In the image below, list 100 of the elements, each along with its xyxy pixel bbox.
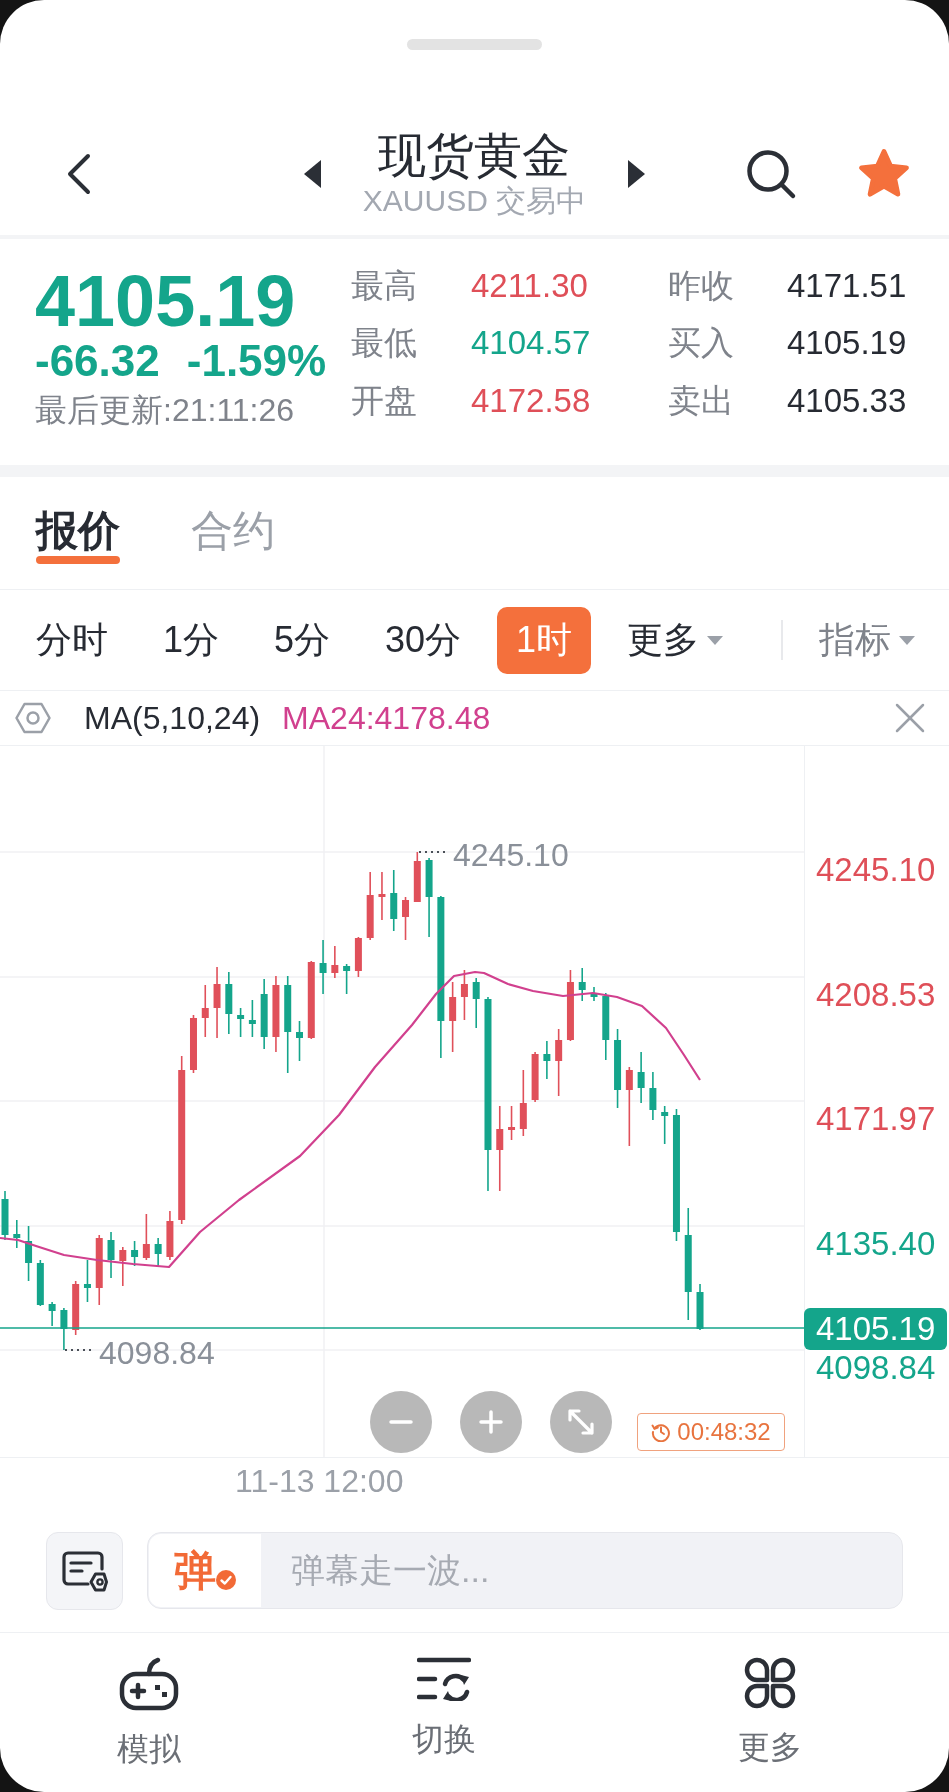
symbol-status: XAUUSD 交易中 (362, 183, 587, 219)
tab[interactable]: 报价 (36, 507, 120, 564)
axis-label: 4208.53 (816, 976, 936, 1013)
rising-candle (402, 896, 409, 941)
expand-arrows-icon (567, 1408, 595, 1436)
stat-label: 卖出 (668, 380, 734, 421)
stat-value: 4171.51 (787, 265, 907, 306)
falling-candle (696, 1283, 704, 1331)
rising-candle (119, 1246, 127, 1287)
gamepad-icon (119, 1657, 179, 1711)
falling-candle (602, 992, 610, 1061)
rising-candle (72, 1280, 80, 1336)
rising-candle (531, 1051, 539, 1103)
falling-candle (83, 1259, 91, 1303)
close-icon[interactable] (895, 703, 925, 733)
stat-value: 4105.19 (787, 323, 907, 364)
period-tab[interactable]: 30分 (366, 606, 481, 674)
chevron-left-icon[interactable] (66, 152, 92, 196)
falling-candle (13, 1219, 21, 1249)
page-title: 现货黄金 (378, 129, 571, 183)
rising-candle (413, 851, 421, 903)
minus-icon (389, 1420, 413, 1424)
falling-candle (25, 1225, 33, 1282)
falling-candle (296, 1020, 303, 1062)
falling-candle (319, 939, 327, 995)
rising-candle (190, 1014, 197, 1074)
falling-candle (472, 977, 480, 1029)
falling-candle (590, 986, 598, 1002)
plus-icon (479, 1410, 503, 1434)
falling-candle (248, 999, 256, 1038)
period-tab[interactable]: 更多 (608, 606, 743, 674)
falling-candle (649, 1071, 657, 1121)
comment-input[interactable]: 弹 弹幕走一波... (147, 1532, 903, 1609)
stat-label: 开盘 (351, 380, 417, 421)
comment-settings-button[interactable] (46, 1532, 123, 1610)
four-petal-grid-icon (743, 1657, 796, 1709)
indicator-menu[interactable]: 指标 (800, 606, 934, 674)
falling-candle (131, 1240, 139, 1267)
period-tab[interactable]: 1分 (144, 606, 239, 674)
update-time: 最后更新:21:11:26 (35, 392, 295, 428)
stat-value: 4104.57 (471, 323, 591, 364)
falling-candle (637, 1051, 645, 1104)
bottom-nav-item[interactable]: 更多 (737, 1657, 802, 1769)
rising-candle (519, 1069, 527, 1137)
price-change: -66.32 (35, 337, 160, 385)
falling-candle (154, 1237, 162, 1267)
rising-candle (366, 871, 374, 941)
drag-handle[interactable] (407, 39, 542, 50)
rising-candle (449, 981, 457, 1053)
percent-change: -1.59% (186, 337, 327, 385)
period-tab[interactable]: 分时 (17, 606, 127, 674)
triangle-left-icon[interactable] (303, 160, 321, 188)
triangle-right-icon[interactable] (628, 160, 646, 188)
settings-icon[interactable] (15, 702, 51, 734)
last-price-tag: 4105.19 (804, 1308, 947, 1350)
tab[interactable]: 合约 (191, 507, 275, 564)
rising-candle (142, 1213, 150, 1261)
rising-candle (354, 936, 362, 978)
rising-candle (201, 984, 209, 1038)
rising-candle (508, 1105, 516, 1141)
indicator-value: MA24:4178.48 (282, 699, 491, 738)
rising-candle (460, 969, 468, 1021)
caret-down-icon (899, 635, 915, 645)
indicator-name: MA(5,10,24) (84, 699, 261, 738)
stat-value: 4172.58 (471, 380, 591, 421)
stat-label: 买入 (668, 323, 734, 364)
caret-down-icon (707, 635, 724, 645)
period-tab[interactable]: 1时 (497, 606, 592, 674)
bottom-nav-item[interactable]: 模拟 (117, 1657, 181, 1769)
check-badge-icon (216, 1569, 236, 1590)
rising-candle (555, 1028, 563, 1097)
rising-candle (166, 1210, 174, 1261)
falling-candle (543, 1040, 551, 1080)
rising-candle (95, 1234, 103, 1306)
high-price-label: 4245.10 (453, 837, 569, 873)
last-price: 4105.19 (35, 265, 296, 337)
stat-label: 最高 (351, 265, 417, 306)
falling-candle (60, 1307, 68, 1351)
falling-candle (343, 963, 351, 995)
history-clock-icon (651, 1422, 672, 1442)
period-tab[interactable]: 5分 (255, 606, 350, 674)
search-icon[interactable] (745, 148, 797, 200)
countdown-text: 00:48:32 (677, 1418, 771, 1446)
falling-candle (260, 978, 268, 1050)
axis-label: 4098.84 (816, 1350, 936, 1386)
stat-label: 最低 (351, 323, 417, 364)
falling-candle (390, 869, 398, 932)
falling-candle (48, 1301, 56, 1327)
danmaku-toggle[interactable]: 弹 (149, 1534, 261, 1607)
bottom-nav-item[interactable]: 切换 (412, 1657, 476, 1769)
falling-candle (36, 1259, 44, 1307)
falling-candle (225, 971, 233, 1035)
rising-candle (378, 871, 386, 921)
axis-label: 4171.97 (816, 1101, 936, 1137)
axis-label: 4135.40 (816, 1225, 936, 1262)
list-refresh-icon (417, 1657, 471, 1701)
document-gear-icon (61, 1550, 108, 1592)
falling-candle (578, 967, 586, 1002)
stat-value: 4105.33 (787, 380, 907, 421)
falling-candle (661, 1105, 669, 1145)
